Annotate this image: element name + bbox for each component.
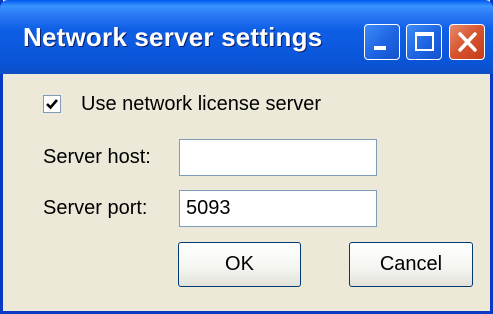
server-port-input[interactable] — [179, 190, 377, 227]
maximize-button[interactable] — [406, 24, 442, 60]
cancel-button[interactable]: Cancel — [349, 242, 473, 287]
server-port-label: Server port: — [43, 197, 148, 219]
use-network-license-label: Use network license server — [81, 93, 322, 115]
maximize-icon — [415, 32, 434, 51]
server-host-label: Server host: — [43, 146, 151, 168]
window-title: Network server settings — [23, 22, 323, 52]
ok-button[interactable]: OK — [178, 242, 301, 287]
server-host-input[interactable] — [179, 139, 377, 176]
minimize-icon — [374, 46, 386, 50]
close-button[interactable] — [449, 24, 485, 60]
use-network-license-checkbox[interactable] — [43, 95, 61, 113]
title-bar[interactable]: Network server settings — [0, 0, 493, 74]
minimize-button[interactable] — [364, 24, 400, 60]
network-server-settings-dialog: Network server settings Use network lice… — [0, 0, 493, 314]
checkmark-icon — [46, 99, 58, 110]
close-icon — [458, 32, 477, 52]
